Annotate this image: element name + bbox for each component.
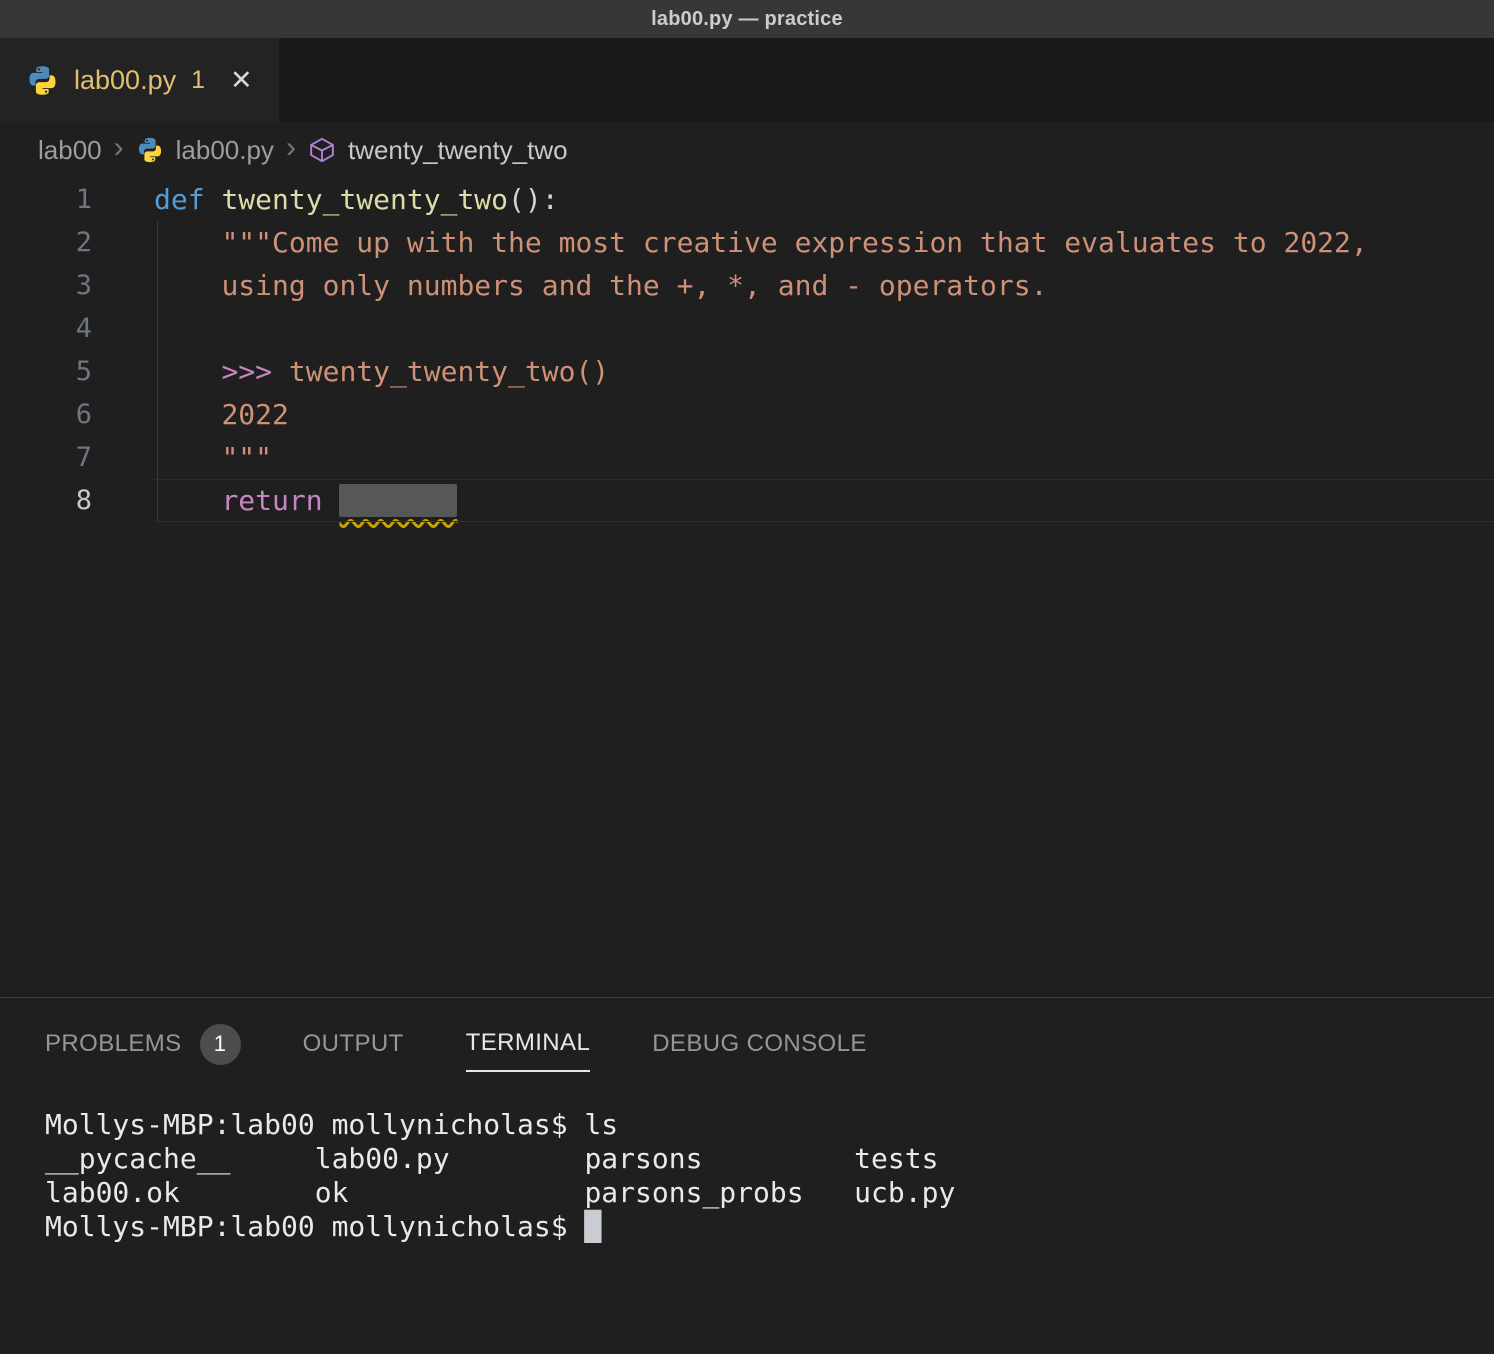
tab-filename: lab00.py [74, 65, 176, 96]
code-text: """ [154, 436, 272, 479]
code-line[interactable]: 7 """ [0, 436, 1494, 479]
panel-tab-label: PROBLEMS [45, 1017, 182, 1071]
panel-tab-label: TERMINAL [466, 1016, 591, 1072]
breadcrumb: lab00 › lab00.py › twenty_twenty_two [0, 122, 1494, 178]
tab-terminal[interactable]: TERMINAL [466, 1016, 591, 1072]
code-text: """Come up with the most creative expres… [154, 221, 1368, 264]
problems-count-badge: 1 [200, 1024, 241, 1065]
line-number: 2 [0, 221, 92, 264]
editor-tab-bar: lab00.py 1 ✕ [0, 38, 1494, 122]
code-text: >>> twenty_twenty_two() [154, 350, 609, 393]
python-icon [26, 64, 59, 97]
code-line[interactable]: 2 """Come up with the most creative expr… [0, 221, 1494, 264]
window-title: lab00.py — practice [651, 8, 843, 31]
code-text: 2022 [154, 393, 289, 436]
code-text: using only numbers and the +, *, and - o… [154, 264, 1047, 307]
terminal-line: Mollys-MBP:lab00 mollynicholas$ ls [45, 1108, 1494, 1142]
terminal-prompt-line[interactable]: Mollys-MBP:lab00 mollynicholas$ █ [45, 1210, 1494, 1244]
code-line[interactable]: 3 using only numbers and the +, *, and -… [0, 264, 1494, 307]
vscode-window: lab00.py — practice lab00.py 1 ✕ lab00 ›… [0, 0, 1494, 1354]
terminal-prompt: Mollys-MBP:lab00 mollynicholas$ [45, 1210, 584, 1243]
terminal-line: lab00.ok ok parsons_probs ucb.py [45, 1176, 1494, 1210]
line-number: 4 [0, 307, 92, 350]
tab-debug-console[interactable]: DEBUG CONSOLE [652, 1017, 867, 1071]
line-number: 6 [0, 393, 92, 436]
code-text: return [154, 479, 457, 522]
breadcrumb-symbol[interactable]: twenty_twenty_two [348, 135, 568, 166]
chevron-right-icon: › [286, 133, 296, 168]
code-line[interactable]: 4 [0, 307, 1494, 350]
panel-tab-bar: PROBLEMS 1 OUTPUT TERMINAL DEBUG CONSOLE [0, 998, 1494, 1090]
terminal-output[interactable]: Mollys-MBP:lab00 mollynicholas$ ls__pyca… [0, 1090, 1494, 1244]
code-line[interactable]: 8 return [0, 479, 1494, 522]
code-lines: 1def twenty_twenty_two():2 """Come up wi… [0, 178, 1494, 522]
line-number: 5 [0, 350, 92, 393]
breadcrumb-file[interactable]: lab00.py [176, 135, 274, 166]
line-number: 3 [0, 264, 92, 307]
code-line[interactable]: 1 def twenty_twenty_two(): [0, 178, 1494, 221]
line-number: 1 [0, 178, 92, 221]
warning-squiggle-selection [339, 484, 457, 517]
window-titlebar: lab00.py — practice [0, 0, 1494, 38]
tab-problems[interactable]: PROBLEMS 1 [45, 1017, 241, 1071]
code-editor[interactable]: 1def twenty_twenty_two():2 """Come up wi… [0, 178, 1494, 997]
tab-output[interactable]: OUTPUT [303, 1017, 404, 1071]
terminal-line: __pycache__ lab00.py parsons tests [45, 1142, 1494, 1176]
code-line[interactable]: 5 >>> twenty_twenty_two() [0, 350, 1494, 393]
close-icon[interactable]: ✕ [230, 65, 253, 96]
breadcrumb-folder[interactable]: lab00 [38, 135, 102, 166]
tab-problem-count: 1 [191, 66, 205, 95]
line-number: 7 [0, 436, 92, 479]
bottom-panel: PROBLEMS 1 OUTPUT TERMINAL DEBUG CONSOLE… [0, 997, 1494, 1354]
chevron-right-icon: › [114, 133, 124, 168]
tab-lab00py[interactable]: lab00.py 1 ✕ [0, 38, 279, 122]
terminal-cursor: █ [584, 1210, 601, 1243]
code-line[interactable]: 6 2022 [0, 393, 1494, 436]
line-number: 8 [0, 479, 92, 522]
code-text: def twenty_twenty_two(): [154, 178, 559, 221]
python-icon [136, 136, 164, 164]
symbol-namespace-icon [308, 136, 336, 164]
panel-tab-label: DEBUG CONSOLE [652, 1017, 867, 1071]
panel-tab-label: OUTPUT [303, 1017, 404, 1071]
